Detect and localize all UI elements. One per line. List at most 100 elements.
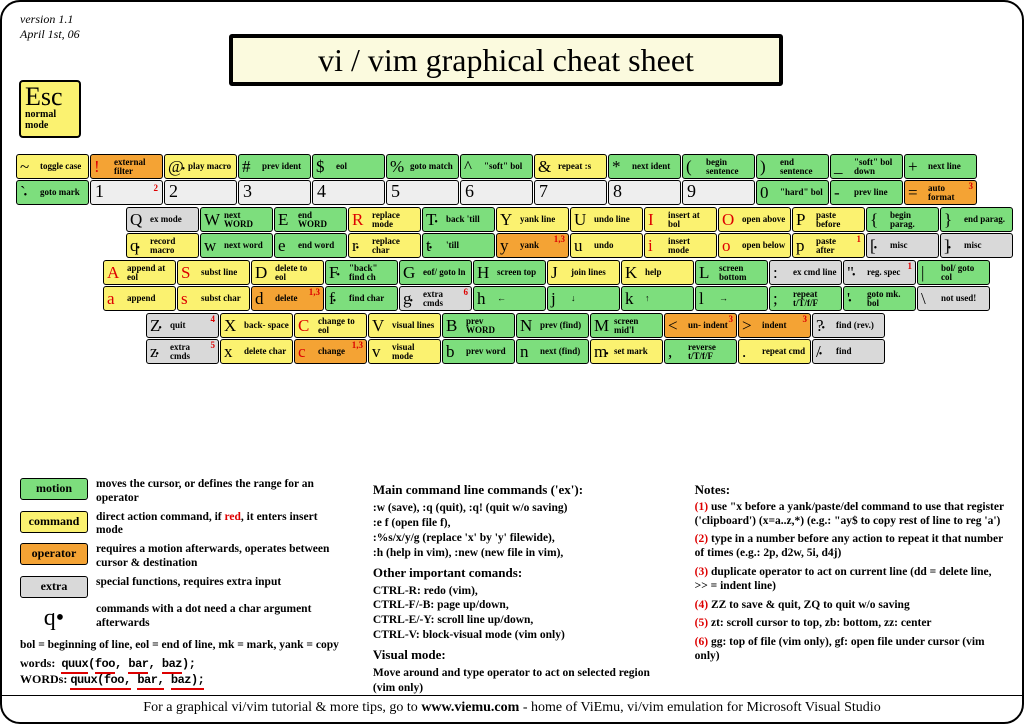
key-z: zextra cmds5 bbox=[146, 339, 219, 364]
number-key: 6 bbox=[460, 180, 533, 205]
key-t: t'till bbox=[422, 233, 495, 258]
key->: >indent3 bbox=[738, 313, 811, 338]
key-c: cchange1,3 bbox=[294, 339, 367, 364]
key-V: Vvisual lines bbox=[368, 313, 441, 338]
key-W: Wnext WORD bbox=[200, 207, 273, 232]
key-p: ppaste after1 bbox=[792, 233, 865, 258]
key-#: #prev ident bbox=[238, 154, 311, 179]
key-U: Uundo line bbox=[570, 207, 643, 232]
key-+: +next line bbox=[904, 154, 977, 179]
key-?: ?find (rev.) bbox=[812, 313, 885, 338]
key-r: rreplace char bbox=[348, 233, 421, 258]
key-S: Ssubst line bbox=[177, 260, 250, 285]
key-E: Eend WORD bbox=[274, 207, 347, 232]
key-$: $eol bbox=[312, 154, 385, 179]
notes-column: Notes: (1) use "x before a yank/paste/de… bbox=[695, 478, 1006, 696]
key-<: <un- indent3 bbox=[664, 313, 737, 338]
number-key: 3 bbox=[238, 180, 311, 205]
number-key: 5 bbox=[386, 180, 459, 205]
key-T: Tback 'till bbox=[422, 207, 495, 232]
number-key: 12 bbox=[90, 180, 163, 205]
number-key: 2 bbox=[164, 180, 237, 205]
key-M: Mscreen mid'l bbox=[590, 313, 663, 338]
footer: For a graphical vi/vim tutorial & more t… bbox=[2, 695, 1022, 716]
key-o: oopen below bbox=[718, 233, 791, 258]
key-J: Jjoin lines bbox=[547, 260, 620, 285]
legend-notes-area: motionmoves the cursor, or defines the r… bbox=[20, 478, 1006, 696]
key-R: Rreplace mode bbox=[348, 207, 421, 232]
key-i: iinsert mode bbox=[644, 233, 717, 258]
key-^: ^"soft" bol bbox=[460, 154, 533, 179]
key-[: [misc bbox=[866, 233, 939, 258]
key-`: `goto mark bbox=[16, 180, 89, 205]
key-@: @play macro bbox=[164, 154, 237, 179]
key-|: |bol/ goto col bbox=[917, 260, 990, 285]
key-m: mset mark bbox=[590, 339, 663, 364]
key-a: aappend bbox=[103, 286, 176, 311]
key-D: Ddelete to eol bbox=[251, 260, 324, 285]
key-%: %goto match bbox=[386, 154, 459, 179]
key-k: k↑ bbox=[621, 286, 694, 311]
key-{: {begin parag. bbox=[866, 207, 939, 232]
esc-key: Esc normal mode bbox=[19, 80, 81, 138]
key-!: !external filter bbox=[90, 154, 163, 179]
key-d: ddelete1,3 bbox=[251, 286, 324, 311]
key-P: Ppaste before bbox=[792, 207, 865, 232]
key-/: /find bbox=[812, 339, 885, 364]
key-C: Cchange to eol bbox=[294, 313, 367, 338]
key-y: yyank1,3 bbox=[496, 233, 569, 258]
key-K: Khelp bbox=[621, 260, 694, 285]
number-key: 7 bbox=[534, 180, 607, 205]
number-key: 8 bbox=[608, 180, 681, 205]
key-): )end sentence bbox=[756, 154, 829, 179]
key-.: .repeat cmd bbox=[738, 339, 811, 364]
key-H: Hscreen top bbox=[473, 260, 546, 285]
key-n: nnext (find) bbox=[516, 339, 589, 364]
key-l: l→ bbox=[695, 286, 768, 311]
key-L: Lscreen bottom bbox=[695, 260, 768, 285]
key-b: bprev word bbox=[442, 339, 515, 364]
key-I: Iinsert at bol bbox=[644, 207, 717, 232]
key-': 'goto mk. bol bbox=[843, 286, 916, 311]
key-X: Xback- space bbox=[220, 313, 293, 338]
key-v: vvisual mode bbox=[368, 339, 441, 364]
key-0: 0"hard" bol bbox=[756, 180, 829, 205]
key-F: F"back" find ch bbox=[325, 260, 398, 285]
key-q: qrecord macro bbox=[126, 233, 199, 258]
key-B: Bprev WORD bbox=[442, 313, 515, 338]
key-Z: Zquit4 bbox=[146, 313, 219, 338]
page-title: vi / vim graphical cheat sheet bbox=[229, 34, 783, 86]
key-\: \not used! bbox=[917, 286, 990, 311]
key-f: ffind char bbox=[325, 286, 398, 311]
key-N: Nprev (find) bbox=[516, 313, 589, 338]
number-key: 9 bbox=[682, 180, 755, 205]
key-g: gextra cmds6 bbox=[399, 286, 472, 311]
number-key: 4 bbox=[312, 180, 385, 205]
key--: -prev line bbox=[830, 180, 903, 205]
key-=: =auto format3 bbox=[904, 180, 977, 205]
commands-column: Main command line commands ('ex'): :w (s… bbox=[373, 478, 669, 696]
key-_: _"soft" bol down bbox=[830, 154, 903, 179]
key-Y: Yyank line bbox=[496, 207, 569, 232]
key-(: (begin sentence bbox=[682, 154, 755, 179]
key-}: }end parag. bbox=[940, 207, 1013, 232]
key-O: Oopen above bbox=[718, 207, 791, 232]
key-w: wnext word bbox=[200, 233, 273, 258]
key-x: xdelete char bbox=[220, 339, 293, 364]
key-": "reg. spec1 bbox=[843, 260, 916, 285]
key-&: &repeat :s bbox=[534, 154, 607, 179]
key-j: j↓ bbox=[547, 286, 620, 311]
key-;: ;repeat t/T/f/F bbox=[769, 286, 842, 311]
key-e: eend word bbox=[274, 233, 347, 258]
key-A: Aappend at eol bbox=[103, 260, 176, 285]
key-G: Geof/ goto ln bbox=[399, 260, 472, 285]
key-,: ,reverse t/T/f/F bbox=[664, 339, 737, 364]
key-*: *next ident bbox=[608, 154, 681, 179]
legend-column: motionmoves the cursor, or defines the r… bbox=[20, 478, 347, 696]
key-h: h← bbox=[473, 286, 546, 311]
key-]: ]misc bbox=[940, 233, 1013, 258]
key-u: uundo bbox=[570, 233, 643, 258]
key-s: ssubst char bbox=[177, 286, 250, 311]
key-~: ~toggle case bbox=[16, 154, 89, 179]
key-:: :ex cmd line bbox=[769, 260, 842, 285]
